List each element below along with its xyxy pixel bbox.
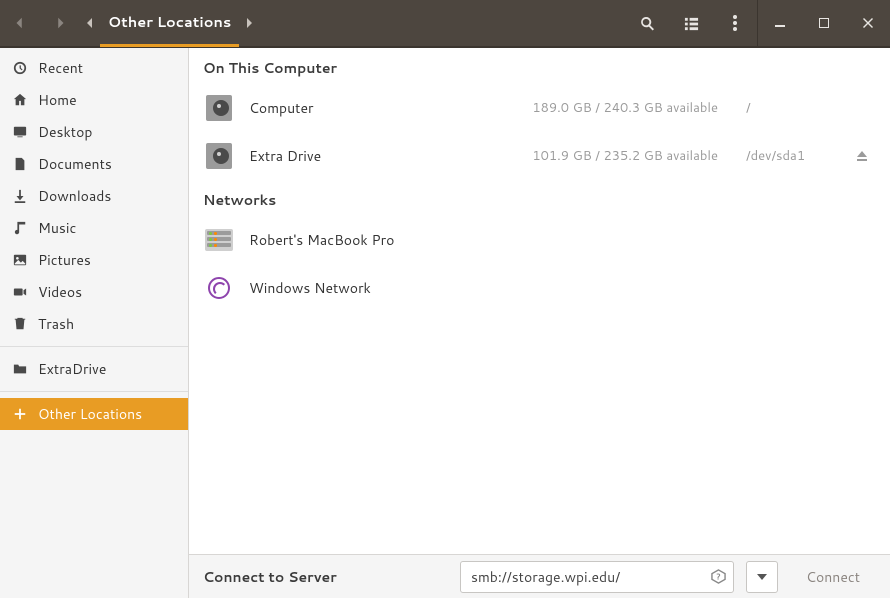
folder-icon (12, 361, 28, 377)
sidebar-item-desktop[interactable]: Desktop (0, 116, 188, 148)
globe-icon (205, 274, 233, 302)
sidebar-item-label: Recent (38, 58, 83, 78)
path-current-location[interactable]: Other Locations (100, 0, 239, 47)
section-header-on-this-computer: On This Computer (189, 48, 890, 84)
sidebar-item-home[interactable]: Home (0, 84, 188, 116)
menu-button[interactable] (713, 0, 757, 47)
sidebar-item-recent[interactable]: Recent (0, 52, 188, 84)
connect-label: Connect to Server (203, 567, 448, 587)
drive-name: Extra Drive (249, 146, 516, 166)
drive-icon (205, 94, 233, 122)
view-list-button[interactable] (669, 0, 713, 47)
sidebar-item-documents[interactable]: Documents (0, 148, 188, 180)
window-close-button[interactable] (846, 0, 890, 47)
sidebar: Recent Home Desktop Documents Downloads … (0, 48, 189, 598)
sidebar-item-other-locations[interactable]: Other Locations (0, 398, 188, 430)
connect-button[interactable]: Connect (790, 561, 876, 593)
server-icon (205, 226, 233, 254)
recent-icon (12, 60, 28, 76)
sidebar-item-label: Other Locations (38, 404, 142, 424)
drive-size: 189.0 GB / 240.3 GB available (532, 99, 718, 117)
sidebar-item-label: ExtraDrive (38, 359, 106, 379)
sidebar-item-label: Home (38, 90, 77, 110)
document-icon (12, 156, 28, 172)
path-chevron-right-icon (239, 18, 259, 28)
drive-size: 101.9 GB / 235.2 GB available (532, 147, 718, 165)
drive-name: Computer (249, 98, 516, 118)
desktop-icon (12, 124, 28, 140)
nav-forward-button[interactable] (40, 0, 80, 47)
drive-row-extra-drive[interactable]: Extra Drive 101.9 GB / 235.2 GB availabl… (189, 132, 890, 180)
trash-icon (12, 316, 28, 332)
search-button[interactable] (625, 0, 669, 47)
server-address-input[interactable] (461, 567, 703, 587)
sidebar-item-label: Pictures (38, 250, 91, 270)
help-button[interactable]: ? (703, 562, 733, 592)
pictures-icon (12, 252, 28, 268)
downloads-icon (12, 188, 28, 204)
drive-row-computer[interactable]: Computer 189.0 GB / 240.3 GB available / (189, 84, 890, 132)
eject-button[interactable] (850, 150, 874, 162)
music-icon (12, 220, 28, 236)
sidebar-item-music[interactable]: Music (0, 212, 188, 244)
header-bar: Other Locations (0, 0, 890, 48)
network-row-macbook[interactable]: Robert's MacBook Pro (189, 216, 890, 264)
sidebar-item-extradrive[interactable]: ExtraDrive (0, 353, 188, 385)
network-row-windows[interactable]: Windows Network (189, 264, 890, 312)
sidebar-divider (0, 391, 188, 392)
sidebar-item-label: Documents (38, 154, 112, 174)
server-address-input-wrap: ? (460, 561, 734, 593)
home-icon (12, 92, 28, 108)
nav-back-button[interactable] (0, 0, 40, 47)
sidebar-item-label: Desktop (38, 122, 92, 142)
path-chevron-left-icon (80, 18, 100, 28)
sidebar-item-label: Trash (38, 314, 74, 334)
server-history-dropdown[interactable] (746, 561, 778, 593)
window-maximize-button[interactable] (802, 0, 846, 47)
network-name: Robert's MacBook Pro (249, 230, 874, 250)
sidebar-item-label: Downloads (38, 186, 111, 206)
svg-text:?: ? (716, 570, 720, 582)
drive-path: /dev/sda1 (734, 147, 834, 165)
sidebar-divider (0, 346, 188, 347)
drive-icon (205, 142, 233, 170)
main-content: On This Computer Computer 189.0 GB / 240… (189, 48, 890, 598)
drive-path: / (734, 99, 834, 117)
plus-icon (12, 406, 28, 422)
sidebar-item-trash[interactable]: Trash (0, 308, 188, 340)
sidebar-item-label: Videos (38, 282, 82, 302)
sidebar-item-label: Music (38, 218, 76, 238)
videos-icon (12, 284, 28, 300)
window-minimize-button[interactable] (758, 0, 802, 47)
sidebar-item-pictures[interactable]: Pictures (0, 244, 188, 276)
network-name: Windows Network (249, 278, 874, 298)
section-header-networks: Networks (189, 180, 890, 216)
connect-to-server-bar: Connect to Server ? Connect (189, 554, 890, 598)
sidebar-item-videos[interactable]: Videos (0, 276, 188, 308)
sidebar-item-downloads[interactable]: Downloads (0, 180, 188, 212)
